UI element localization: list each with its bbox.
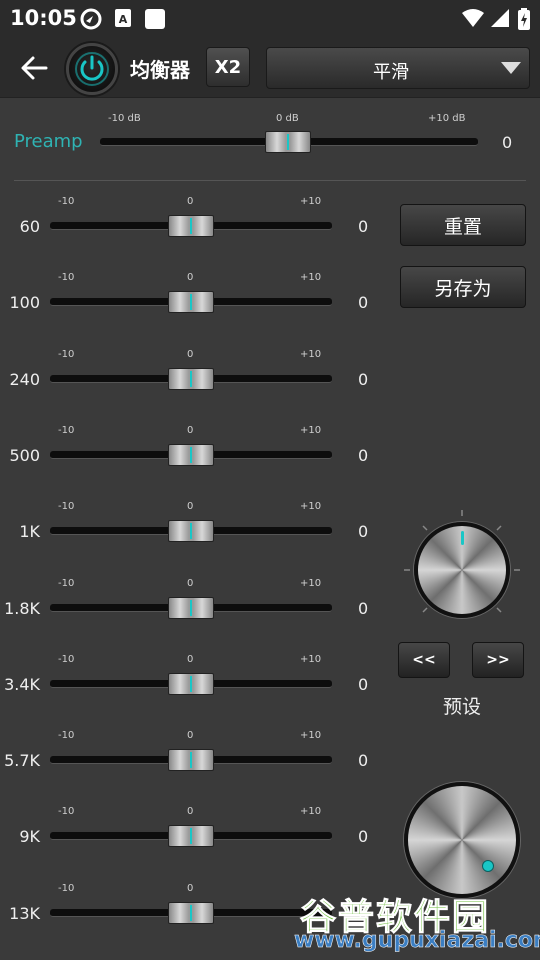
- wifi-icon: [462, 9, 484, 27]
- band-tick-max: +10: [300, 501, 322, 512]
- preamp-tick-min: -10 dB: [108, 113, 141, 124]
- next-preset-button[interactable]: >>: [472, 642, 524, 678]
- battery-icon: [518, 8, 530, 30]
- status-bar: 10:05 A: [0, 0, 540, 36]
- band-frequency-label: 500: [9, 446, 40, 465]
- band-tick-mid: 0: [187, 272, 194, 283]
- band-slider-thumb[interactable]: [168, 368, 214, 390]
- band-value: 0: [358, 675, 369, 694]
- preamp-tick-mid: 0 dB: [276, 113, 299, 124]
- band-tick-mid: 0: [187, 730, 194, 741]
- divider: [14, 180, 526, 181]
- band-slider-thumb[interactable]: [168, 673, 214, 695]
- band-value: 0: [358, 751, 369, 770]
- band-tick-max: +10: [300, 272, 322, 283]
- band-tick-max: +10: [300, 349, 322, 360]
- band-tick-min: -10: [58, 730, 75, 741]
- power-icon: [75, 52, 109, 86]
- band-slider-thumb[interactable]: [168, 291, 214, 313]
- band-tick-min: -10: [58, 654, 75, 665]
- preset-knob[interactable]: [414, 522, 510, 618]
- previous-preset-button[interactable]: <<: [398, 642, 450, 678]
- chevron-down-icon: [501, 62, 521, 74]
- band-frequency-label: 100: [9, 293, 40, 312]
- band-frequency-label: 240: [9, 370, 40, 389]
- preamp-slider-thumb[interactable]: [265, 131, 311, 153]
- preamp-value: 0: [502, 133, 513, 152]
- band-tick-mid: 0: [187, 349, 194, 360]
- band-tick-mid: 0: [187, 501, 194, 512]
- preamp-label: Preamp: [14, 131, 83, 152]
- band-value: 0: [358, 293, 369, 312]
- band-tick-min: -10: [58, 425, 75, 436]
- band-slider-thumb[interactable]: [168, 902, 214, 924]
- band-slider-thumb[interactable]: [168, 215, 214, 237]
- watermark-url: www.gupuxiazai.com: [294, 928, 540, 954]
- app-notification-icon: [80, 8, 102, 30]
- svg-text:A: A: [119, 13, 128, 26]
- square-app-icon: [145, 9, 165, 29]
- band-value: 0: [358, 599, 369, 618]
- preset-label: 预设: [442, 696, 481, 718]
- band-tick-max: +10: [300, 806, 322, 817]
- band-tick-mid: 0: [187, 654, 194, 665]
- band-slider-thumb[interactable]: [168, 597, 214, 619]
- band-frequency-label: 13K: [9, 904, 40, 923]
- band-frequency-label: 3.4K: [4, 675, 40, 694]
- x2-button[interactable]: X2: [206, 47, 250, 87]
- band-value: 0: [358, 827, 369, 846]
- band-tick-max: +10: [300, 425, 322, 436]
- band-tick-min: -10: [58, 272, 75, 283]
- band-slider-thumb[interactable]: [168, 825, 214, 847]
- band-frequency-label: 60: [19, 217, 40, 236]
- font-app-icon: A: [115, 9, 131, 27]
- band-value: 0: [358, 446, 369, 465]
- band-slider-thumb[interactable]: [168, 749, 214, 771]
- band-tick-max: +10: [300, 654, 322, 665]
- status-time: 10:05: [10, 6, 77, 30]
- band-tick-min: -10: [58, 578, 75, 589]
- signal-icon: [491, 9, 509, 27]
- band-value: 0: [358, 522, 369, 541]
- band-frequency-label: 1.8K: [4, 599, 40, 618]
- band-tick-min: -10: [58, 501, 75, 512]
- preset-dropdown-value: 平滑: [373, 62, 409, 83]
- band-frequency-label: 9K: [19, 827, 40, 846]
- band-tick-mid: 0: [187, 578, 194, 589]
- back-arrow-icon[interactable]: [18, 52, 50, 84]
- save-as-button[interactable]: 另存为: [400, 266, 526, 308]
- page-title: 均衡器: [130, 58, 190, 82]
- band-frequency-label: 1K: [19, 522, 40, 541]
- band-slider-thumb[interactable]: [168, 520, 214, 542]
- band-slider-thumb[interactable]: [168, 444, 214, 466]
- band-tick-min: -10: [58, 883, 75, 894]
- band-tick-min: -10: [58, 196, 75, 207]
- toolbar: 均衡器 X2 平滑: [0, 36, 540, 98]
- preset-dropdown[interactable]: 平滑: [266, 47, 530, 89]
- reset-button[interactable]: 重置: [400, 204, 526, 246]
- band-tick-min: -10: [58, 806, 75, 817]
- band-value: 0: [358, 370, 369, 389]
- band-tick-mid: 0: [187, 883, 194, 894]
- secondary-knob[interactable]: [404, 782, 520, 898]
- band-tick-max: +10: [300, 730, 322, 741]
- band-tick-min: -10: [58, 349, 75, 360]
- band-tick-max: +10: [300, 578, 322, 589]
- band-tick-mid: 0: [187, 806, 194, 817]
- band-value: 0: [358, 217, 369, 236]
- band-frequency-label: 5.7K: [4, 751, 40, 770]
- knob-indicator-dot: [482, 860, 494, 872]
- band-tick-mid: 0: [187, 196, 194, 207]
- power-toggle-button[interactable]: [66, 43, 118, 95]
- band-tick-max: +10: [300, 196, 322, 207]
- preamp-tick-max: +10 dB: [428, 113, 466, 124]
- band-tick-mid: 0: [187, 425, 194, 436]
